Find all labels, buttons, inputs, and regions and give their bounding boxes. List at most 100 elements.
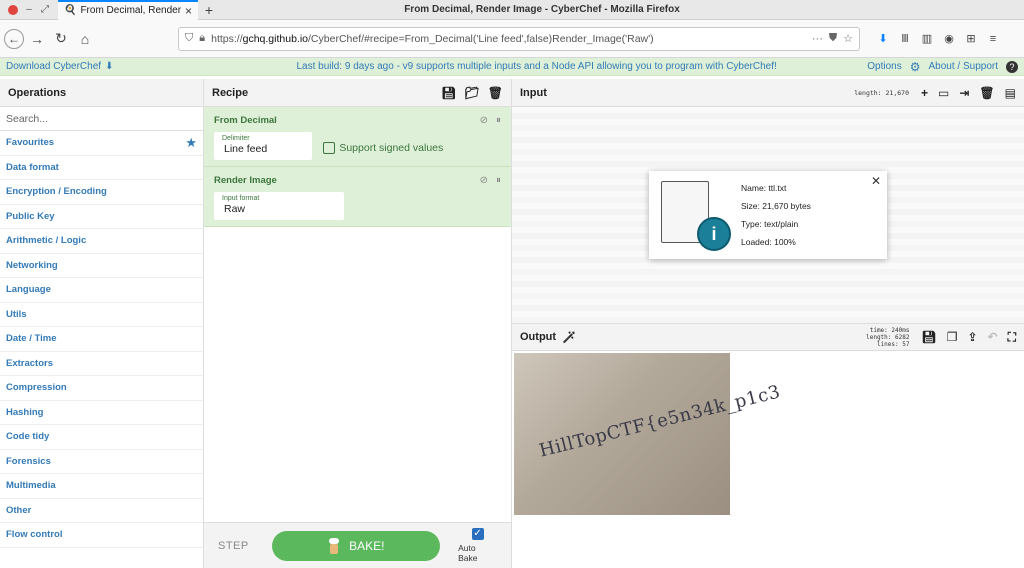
delimiter-value: Line feed xyxy=(224,143,268,155)
category-item[interactable]: Extractors xyxy=(0,352,203,376)
file-name: Name: ttl.txt xyxy=(741,183,787,193)
clear-recipe-icon[interactable]: 🗑︎ xyxy=(488,86,503,100)
auto-bake-toggle[interactable]: ✓ Auto Bake xyxy=(458,528,497,563)
url-text[interactable]: https://gchq.github.io/CyberChef/#recipe… xyxy=(211,33,806,45)
downloads-icon[interactable]: ⬇ xyxy=(874,28,892,50)
pause-op-icon[interactable]: ⏸ xyxy=(496,115,501,126)
clear-input-icon[interactable]: 🗑︎ xyxy=(979,86,994,100)
delimiter-field[interactable]: Delimiter Line feed xyxy=(214,132,312,160)
shield-icon[interactable]: ⛉ xyxy=(185,32,193,45)
category-label: Other xyxy=(6,504,32,516)
maximize-output-icon[interactable]: ⛶ xyxy=(1008,330,1016,345)
category-label: Code tidy xyxy=(6,431,50,443)
category-item[interactable]: Compression xyxy=(0,376,203,401)
open-file-icon[interactable]: ⇥ xyxy=(959,86,969,100)
category-item[interactable]: Networking xyxy=(0,254,203,278)
help-icon[interactable]: ? xyxy=(1006,60,1018,73)
signed-values-checkbox[interactable]: Support signed values xyxy=(323,142,443,154)
output-title: Output xyxy=(520,331,557,343)
auto-bake-label: Auto Bake xyxy=(458,543,478,563)
add-input-icon[interactable]: + xyxy=(921,86,928,100)
new-tab-button[interactable]: + xyxy=(198,2,220,18)
close-window-button[interactable] xyxy=(8,4,18,15)
category-item[interactable]: Favourites ★ xyxy=(0,131,203,156)
magic-wand-icon[interactable]: 🪄︎ xyxy=(562,331,576,344)
disable-op-icon[interactable]: ⊘ xyxy=(480,115,488,126)
back-button[interactable]: ← xyxy=(4,28,24,49)
bake-button[interactable]: BAKE! xyxy=(271,530,441,561)
lock-icon[interactable]: 🔒︎ xyxy=(199,32,205,45)
close-file-icon[interactable]: ✕ xyxy=(871,174,881,188)
load-recipe-icon[interactable]: 📁︎ xyxy=(465,86,480,100)
recipe-op-render-image[interactable]: Render Image ⊘ ⏸ Input format Raw xyxy=(204,167,511,227)
more-actions-icon[interactable]: ··· xyxy=(812,33,823,45)
minimize-window-button[interactable]: – xyxy=(24,4,34,15)
download-icon: ⬇ xyxy=(105,61,114,72)
pocket-icon[interactable]: ⛊ xyxy=(829,32,837,45)
reload-button[interactable]: ↻ xyxy=(50,28,72,50)
chef-icon xyxy=(327,537,341,554)
category-item[interactable]: Multimedia xyxy=(0,474,203,499)
category-item[interactable]: Public Key xyxy=(0,205,203,229)
category-item[interactable]: Forensics xyxy=(0,450,203,474)
close-tab-icon[interactable]: × xyxy=(185,4,192,18)
input-format-field[interactable]: Input format Raw xyxy=(214,192,344,220)
cyberchef-main: Operations Search... Favourites ★ Data for… xyxy=(0,79,1024,568)
category-item[interactable]: Data format xyxy=(0,156,203,180)
category-item[interactable]: Flow control xyxy=(0,523,203,548)
category-label: Public Key xyxy=(6,210,55,222)
category-item[interactable]: Utils xyxy=(0,303,203,327)
auto-bake-checkbox[interactable]: ✓ xyxy=(471,528,484,540)
recipe-op-from-decimal[interactable]: From Decimal ⊘ ⏸ Delimiter Line feed Sup… xyxy=(204,107,511,167)
sidebar-icon[interactable]: ▥ xyxy=(918,28,936,50)
menu-icon[interactable]: ≡ xyxy=(984,28,1002,50)
category-label: Favourites xyxy=(6,137,55,149)
url-bar[interactable]: ⛉ 🔒︎ https://gchq.github.io/CyberChef/#r… xyxy=(178,26,860,51)
operations-search-input[interactable]: Search... xyxy=(0,107,203,131)
replace-input-icon[interactable]: ⇪ xyxy=(967,330,977,344)
category-label: Arithmetic / Logic xyxy=(6,235,87,247)
category-item[interactable]: Code tidy xyxy=(0,425,203,450)
save-output-icon[interactable]: 💾︎ xyxy=(921,330,936,344)
category-item[interactable]: Arithmetic / Logic xyxy=(0,229,203,254)
browser-tab[interactable]: 🍳 From Decimal, Render Image × xyxy=(58,0,198,20)
category-label: Flow control xyxy=(6,529,63,541)
disable-op-icon[interactable]: ⊘ xyxy=(480,175,488,186)
input-area[interactable]: i Name: ttl.txt Size: 21,670 bytes Type:… xyxy=(512,107,1024,323)
download-link[interactable]: Download CyberChef ⬇ xyxy=(6,61,206,72)
gear-icon[interactable]: ⚙ xyxy=(910,60,921,74)
account-icon[interactable]: ◉ xyxy=(940,28,958,50)
maximize-window-button[interactable]: ⤢ xyxy=(40,4,50,15)
pause-op-icon[interactable]: ⏸ xyxy=(496,175,501,186)
copy-output-icon[interactable]: ❐ xyxy=(947,330,958,344)
category-label: Forensics xyxy=(6,455,51,467)
file-details-card: i Name: ttl.txt Size: 21,670 bytes Type:… xyxy=(649,171,887,259)
extensions-icon[interactable]: ⊞ xyxy=(962,28,980,50)
library-icon[interactable]: Ⅲ xyxy=(896,28,914,50)
about-link[interactable]: About / Support xyxy=(929,61,999,72)
file-size: Size: 21,670 bytes xyxy=(741,201,811,211)
output-area[interactable]: HillTopCTF{e5n34k_p1c3 xyxy=(512,351,1024,568)
forward-button[interactable]: → xyxy=(26,28,48,50)
build-message[interactable]: Last build: 9 days ago - v9 supports mul… xyxy=(206,61,867,72)
open-folder-icon[interactable]: ▭ xyxy=(938,86,949,100)
category-item[interactable]: Encryption / Encoding xyxy=(0,180,203,205)
category-item[interactable]: Hashing xyxy=(0,401,203,425)
home-button[interactable]: ⌂ xyxy=(74,28,96,50)
input-length: length: 21,670 xyxy=(854,88,909,97)
options-link[interactable]: Options xyxy=(867,61,901,72)
step-button[interactable]: STEP xyxy=(218,540,268,552)
url-host: gchq.github.io xyxy=(242,32,309,45)
recipe-title: Recipe xyxy=(212,86,249,99)
reset-layout-icon[interactable]: ▤ xyxy=(1005,86,1016,100)
category-item[interactable]: Date / Time xyxy=(0,327,203,352)
file-info-icon: i xyxy=(657,177,731,253)
category-item[interactable]: Other xyxy=(0,499,203,523)
io-panel: Input length: 21,670 + ▭ ⇥ 🗑︎ ▤ i Name: … xyxy=(512,79,1024,568)
checkbox-box[interactable] xyxy=(323,142,336,154)
save-recipe-icon[interactable]: 💾︎ xyxy=(441,86,456,100)
category-item[interactable]: Language xyxy=(0,278,203,303)
input-format-label: Input format xyxy=(222,195,260,202)
undo-icon[interactable]: ↶ xyxy=(988,330,998,344)
bookmark-star-icon[interactable]: ☆ xyxy=(843,32,853,45)
